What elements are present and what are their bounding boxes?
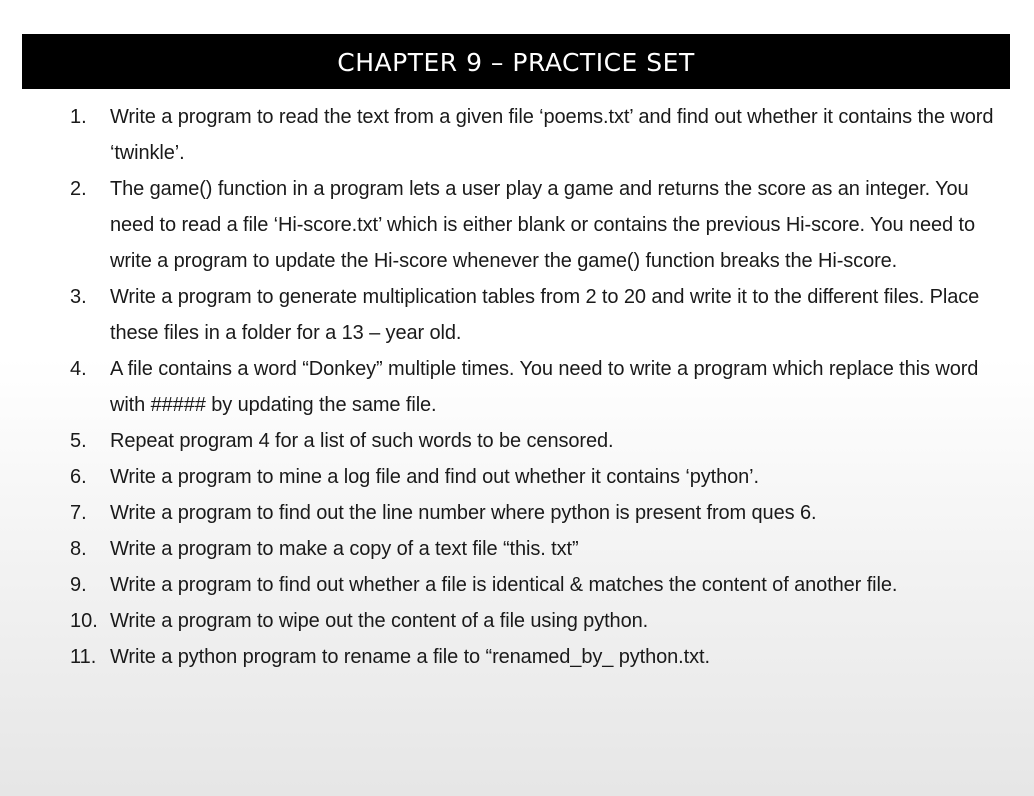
question-number: 1. (70, 106, 87, 128)
question-text: Write a program to find out whether a fi… (110, 574, 898, 596)
question-text: Write a python program to rename a file … (110, 646, 710, 668)
question-number: 2. (70, 178, 87, 200)
question-number: 5. (70, 430, 87, 452)
question-number: 9. (70, 574, 87, 596)
question-text: Write a program to wipe out the content … (110, 610, 649, 632)
question-item-8: 8. Write a program to make a copy of a t… (70, 531, 1010, 567)
question-text: Write a program to mine a log file and f… (110, 466, 759, 488)
slide: CHAPTER 9 – PRACTICE SET 1. Write a prog… (0, 0, 1034, 796)
question-item-11: 11. Write a python program to rename a f… (70, 639, 1010, 675)
question-item-1: 1. Write a program to read the text from… (70, 99, 1010, 171)
question-number: 7. (70, 502, 87, 524)
page-title: CHAPTER 9 – PRACTICE SET (337, 48, 695, 77)
question-text: Repeat program 4 for a list of such word… (110, 430, 614, 452)
question-item-10: 10. Write a program to wipe out the cont… (70, 603, 1010, 639)
question-item-9: 9. Write a program to find out whether a… (70, 567, 1010, 603)
question-text: Write a program to read the text from a … (110, 106, 994, 164)
question-item-4: 4. A file contains a word “Donkey” multi… (70, 351, 1010, 423)
question-number: 10. (70, 610, 98, 632)
question-number: 8. (70, 538, 87, 560)
question-text: A file contains a word “Donkey” multiple… (110, 358, 979, 416)
question-number: 6. (70, 466, 87, 488)
question-list: 1. Write a program to read the text from… (70, 99, 1010, 675)
question-number: 3. (70, 286, 87, 308)
question-item-3: 3. Write a program to generate multiplic… (70, 279, 1010, 351)
question-item-6: 6. Write a program to mine a log file an… (70, 459, 1010, 495)
question-text: Write a program to find out the line num… (110, 502, 817, 524)
title-bar: CHAPTER 9 – PRACTICE SET (22, 34, 1010, 89)
question-item-2: 2. The game() function in a program lets… (70, 171, 1010, 279)
question-text: Write a program to make a copy of a text… (110, 538, 579, 560)
question-number: 11. (70, 646, 97, 668)
question-item-5: 5. Repeat program 4 for a list of such w… (70, 423, 1010, 459)
question-text: Write a program to generate multiplicati… (110, 286, 980, 344)
question-text: The game() function in a program lets a … (110, 178, 975, 272)
question-number: 4. (70, 358, 87, 380)
question-item-7: 7. Write a program to find out the line … (70, 495, 1010, 531)
